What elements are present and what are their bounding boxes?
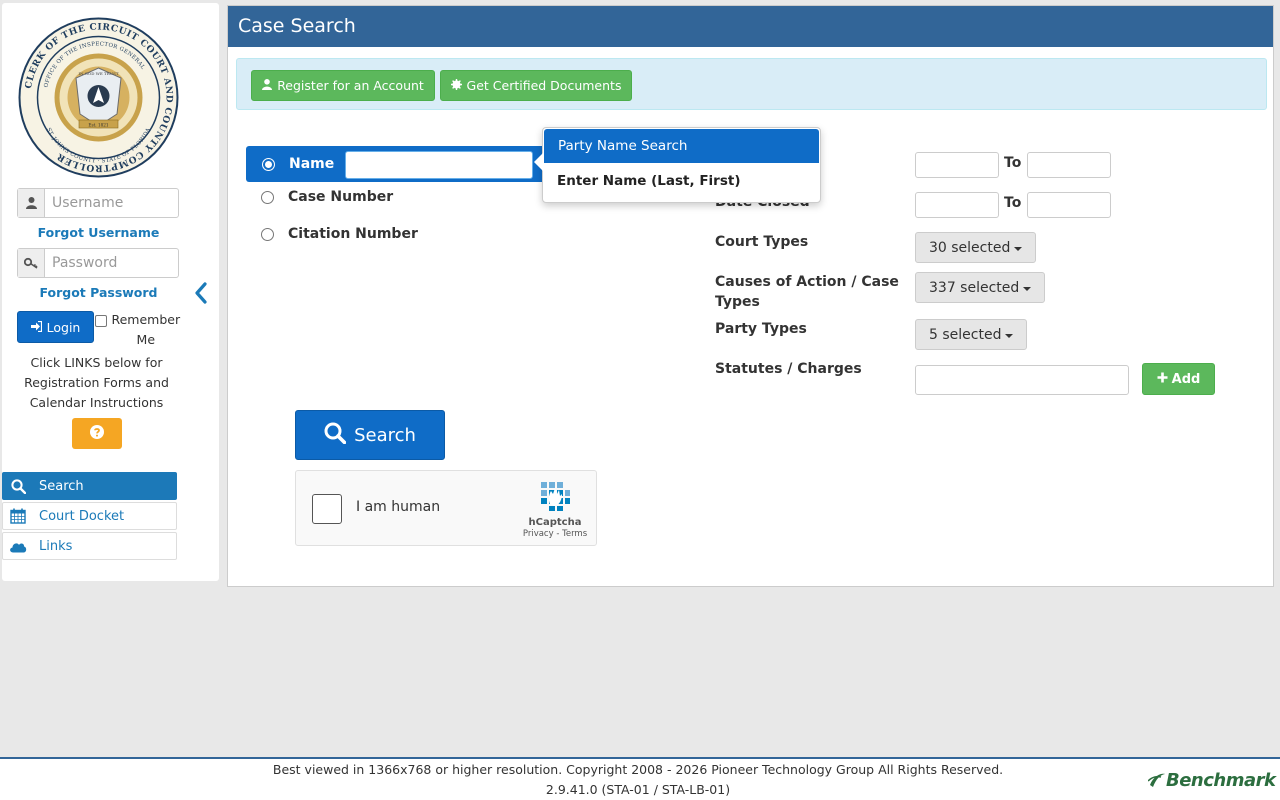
login-button[interactable]: Login [17,311,94,343]
footer-copyright: Best viewed in 1366x768 or higher resolu… [272,762,1004,777]
cloud-icon [9,537,27,555]
sidebar-item-court-docket[interactable]: Court Docket [2,502,177,530]
footer-version: 2.9.41.0 (STA-01 / STA-LB-01) [545,782,731,797]
search-icon [9,477,27,495]
citation-number-option[interactable]: Citation Number [261,226,418,242]
help-button[interactable] [72,418,122,449]
hcaptcha-widget: I am human hCaptcha Privacy - Terms [295,470,597,546]
forgot-password-link[interactable]: Forgot Password [2,285,195,300]
hcaptcha-brand-text: hCaptcha [528,517,582,528]
captcha-checkbox[interactable] [312,494,342,524]
remember-me[interactable]: Remember Me [95,310,185,350]
sidebar-item-links[interactable]: Links [2,532,177,560]
case-number-option[interactable]: Case Number [261,189,393,205]
sidebar-item-label: Court Docket [39,508,125,524]
question-circle-icon [90,424,104,443]
remember-me-checkbox[interactable] [95,315,107,327]
forgot-username-link[interactable]: Forgot Username [2,225,195,240]
hcaptcha-privacy-terms[interactable]: Privacy - Terms [518,529,592,539]
search-icon [324,422,347,449]
citation-number-label: Citation Number [288,226,418,242]
date-closed-to-label: To [1004,195,1022,211]
date-filed-to-label: To [1004,155,1022,171]
statutes-charges-label: Statutes / Charges [715,361,862,377]
hcaptcha-branding: hCaptcha Privacy - Terms [518,480,592,539]
account-actions-bar: Register for an Account Get Certified Do… [236,58,1267,110]
popover-body: Enter Name (Last, First) [557,173,741,189]
sidebar: CLERK OF THE CIRCUIT COURT AND COUNTY CO… [2,3,219,581]
calendar-icon [9,507,27,525]
register-account-label: Register for an Account [277,78,424,93]
footer: Best viewed in 1366x768 or higher resolu… [0,757,1280,800]
collapse-sidebar-chevron-icon[interactable] [192,281,210,305]
password-field[interactable]: Password [17,248,179,278]
date-closed-to-input[interactable] [1027,192,1111,218]
user-icon [262,78,273,93]
benchmark-logo-text: Benchmark [1166,769,1276,791]
key-icon [18,249,45,277]
hcaptcha-logo-icon [541,482,570,511]
name-option-label: Name [289,156,335,172]
add-statute-button[interactable]: Add [1142,363,1215,395]
citation-number-radio[interactable] [261,227,274,241]
date-closed-from-input[interactable] [915,192,999,218]
party-types-dropdown[interactable]: 5 selected [915,319,1028,350]
benchmark-logo: Benchmark [1148,768,1280,792]
date-filed-to-input[interactable] [1027,152,1111,178]
sidebar-item-label: Links [39,538,73,554]
court-types-value: 30 selected [929,239,1011,256]
plus-icon [1157,372,1168,387]
name-input[interactable] [345,151,533,179]
username-input[interactable]: Username [45,189,178,217]
sidebar-nav: Search Court Docket Links [2,472,177,562]
causes-of-action-value: 337 selected [929,279,1020,296]
popover-title: Party Name Search [544,129,819,163]
search-button[interactable]: Search [295,410,445,460]
sign-in-icon [30,320,42,335]
party-name-popover: Party Name Search Enter Name (Last, Firs… [534,127,821,203]
party-types-value: 5 selected [929,326,1002,343]
add-label: Add [1171,371,1201,387]
benchmark-swoosh-icon [1148,773,1165,787]
register-account-button[interactable]: Register for an Account [251,70,435,101]
causes-of-action-label: Causes of Action / Case Types [715,274,899,310]
case-number-radio[interactable] [261,190,274,204]
case-search-panel: Case Search Register for an Account Get … [227,5,1274,587]
certified-documents-button[interactable]: Get Certified Documents [440,70,632,101]
svg-text:IN GOD WE TRUST: IN GOD WE TRUST [78,71,118,76]
caret-down-icon [1014,246,1023,251]
causes-of-action-dropdown[interactable]: 337 selected [915,272,1046,303]
svg-text:Est. 1821: Est. 1821 [88,123,109,128]
user-icon [18,189,45,217]
sidebar-item-search[interactable]: Search [2,472,177,500]
username-field[interactable]: Username [17,188,179,218]
certificate-icon [450,78,462,93]
password-input[interactable]: Password [45,249,178,277]
case-number-label: Case Number [288,189,394,205]
party-types-label: Party Types [715,321,807,337]
popover-arrow [534,153,543,171]
caret-down-icon [1023,286,1032,291]
county-seal-logo: CLERK OF THE CIRCUIT COURT AND COUNTY CO… [18,17,179,178]
page-title: Case Search [228,6,1273,47]
court-types-dropdown[interactable]: 30 selected [915,232,1037,263]
date-filed-from-input[interactable] [915,152,999,178]
remember-me-label: Remember Me [111,312,181,347]
statutes-charges-input[interactable] [915,365,1129,395]
certified-documents-label: Get Certified Documents [466,78,622,93]
captcha-label: I am human [356,499,441,515]
search-button-label: Search [354,424,416,446]
sidebar-item-label: Search [39,478,84,494]
court-types-label: Court Types [715,234,809,250]
links-note: Click LINKS below for Registration Forms… [24,355,169,410]
name-radio[interactable] [262,157,275,171]
caret-down-icon [1005,333,1014,338]
login-label: Login [46,319,81,335]
